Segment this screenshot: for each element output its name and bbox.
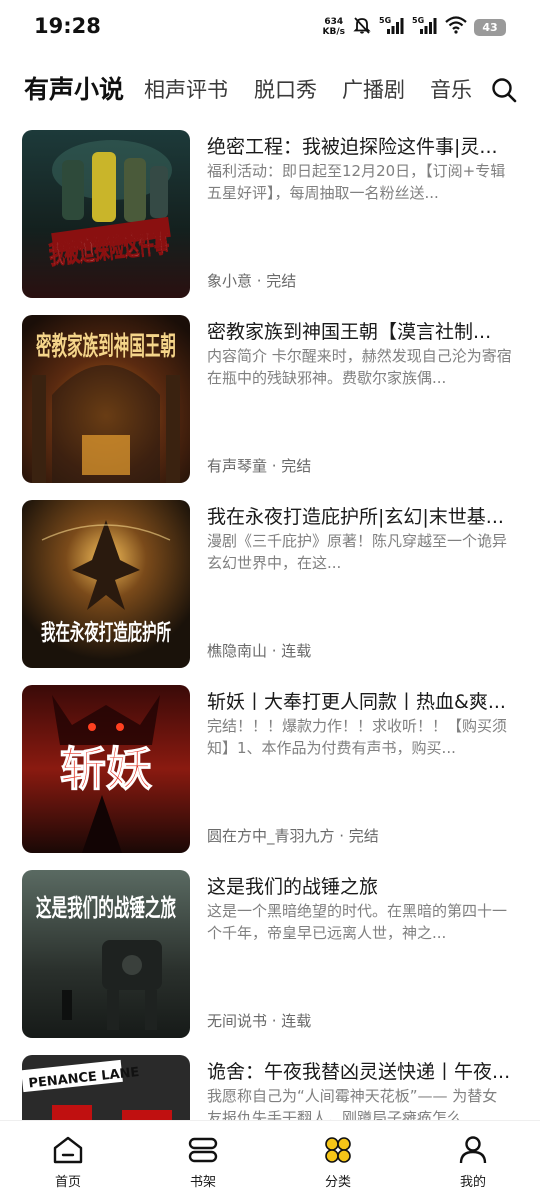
cover-title-text: 斩妖 [60,742,152,796]
list-item[interactable]: 斩妖 斩妖丨大奉打更人同款丨热血&爽... 完结！！！爆款力作！！求收听！！【购… [0,683,540,855]
nav-home-label: 首页 [54,1175,81,1190]
book-cover[interactable]: 我在永夜打造庇护所 [22,500,190,668]
wifi-icon [445,16,467,38]
bookshelf-icon [188,1137,218,1163]
book-cover[interactable]: 密教家族到神国王朝 [22,315,190,483]
network-speed-value: 634 [324,17,344,27]
network-speed-unit: KB/s [322,27,345,37]
signal-label-1: 5G [379,16,391,25]
book-meta: 樵隐南山 · 连载 [207,642,312,660]
book-cover[interactable]: 我被迫探险这件事 [22,130,190,298]
signal-5g-icon: 5G [379,15,405,39]
nav-profile-label: 我的 [459,1175,486,1190]
book-description: 漫剧《三千庇护》原著！陈凡穿越至一个诡异玄幻世界中，在这... [207,532,508,572]
status-icons: 634 KB/s 5G 5G 43 [323,14,506,40]
signal-5g-icon-2: 5G [412,15,438,39]
book-title[interactable]: 诡舍：午夜我替凶灵送快递丨午夜... [207,1057,517,1084]
list-item[interactable]: 密教家族到神国王朝 密教家族到神国王朝【漠言社制... 内容简介 卡尔醒来时，赫… [0,313,540,485]
home-icon [53,1136,83,1164]
bottom-navigation: 首页 书架 分类 我的 [0,1120,540,1200]
book-meta: 有声琴童 · 完结 [207,457,312,475]
nav-home[interactable]: 首页 [28,1131,108,1195]
book-meta: 象小意 · 完结 [207,272,297,290]
nav-profile[interactable]: 我的 [433,1131,513,1195]
signal-label-2: 5G [412,16,424,25]
nav-bookshelf-label: 书架 [189,1175,216,1190]
book-title[interactable]: 这是我们的战锤之旅 [207,872,517,899]
book-list: 我被迫探险这件事 绝密工程：我被迫探险这件事|灵... 福利活动：即日起至12月… [0,128,540,1120]
list-item[interactable]: 这是我们的战锤之旅 这是我们的战锤之旅 这是一个黑暗绝望的时代。在黑暗的第四十一… [0,868,540,1040]
cover-title-text: 这是我们的战锤之旅 [36,894,176,922]
mute-bell-icon [352,15,372,39]
tab-crosstalk-storytelling[interactable]: 相声评书 [144,68,228,112]
book-cover[interactable]: 斩妖 [22,685,190,853]
search-button[interactable] [490,76,518,104]
book-meta: 无间说书 · 连载 [207,1012,312,1030]
nav-category[interactable]: 分类 [298,1131,378,1195]
search-icon [492,78,517,103]
book-title[interactable]: 密教家族到神国王朝【漠言社制... [207,317,517,344]
cover-title-text: 我在永夜打造庇护所 [41,620,171,646]
tab-audio-novel[interactable]: 有声小说 [24,68,124,112]
category-tabs: 有声小说 相声评书 脱口秀 广播剧 音乐 [0,68,540,112]
book-description: 内容简介 卡尔醒来时，赫然发现自己沦为寄宿在瓶中的残缺邪神。费歇尔家族偶... [207,347,512,387]
status-time: 19:28 [34,14,101,38]
book-title[interactable]: 斩妖丨大奉打更人同款丨热血&爽... [207,687,517,714]
tab-talk-show[interactable]: 脱口秀 [254,68,317,112]
book-meta: 圆在方中_青羽九方 · 完结 [207,827,379,845]
nav-bookshelf[interactable]: 书架 [163,1131,243,1195]
book-description: 这是一个黑暗绝望的时代。在黑暗的第四十一个千年，帝皇早已远离人世，神之... [207,902,508,942]
network-speed: 634 KB/s [323,17,345,37]
nav-category-label: 分类 [324,1175,351,1190]
book-description: 我愿称自己为“人间霉神天花板”—— 为替女友报仇失手干翻人，刚蹲局子瘫痪怎么..… [207,1087,498,1120]
book-description: 完结！！！爆款力作！！求收听！！【购买须知】1、本作品为付费有声书，购买... [207,717,508,757]
book-cover[interactable]: PENANCE LANE [22,1055,190,1120]
profile-icon [459,1136,487,1164]
book-cover[interactable]: 这是我们的战锤之旅 [22,870,190,1038]
list-item[interactable]: 我在永夜打造庇护所 我在永夜打造庇护所|玄幻|末世基... 漫剧《三千庇护》原著… [0,498,540,670]
book-description: 福利活动：即日起至12月20日，【订阅+专辑五星好评】，每周抽取一名粉丝送... [207,162,506,202]
book-title[interactable]: 我在永夜打造庇护所|玄幻|末世基... [207,502,517,529]
status-bar: 19:28 634 KB/s 5G 5G 43 [0,0,540,56]
battery-indicator: 43 [474,18,506,36]
tab-radio-drama[interactable]: 广播剧 [342,68,405,112]
list-item[interactable]: PENANCE LANE 诡舍：午夜我替凶灵送快递丨午夜... 我愿称自己为“人… [0,1053,540,1120]
tab-music[interactable]: 音乐 [430,68,472,112]
book-title[interactable]: 绝密工程：我被迫探险这件事|灵... [207,132,517,159]
list-item[interactable]: 我被迫探险这件事 绝密工程：我被迫探险这件事|灵... 福利活动：即日起至12月… [0,128,540,300]
category-icon [325,1137,351,1163]
cover-title-text: 密教家族到神国王朝 [36,331,176,362]
